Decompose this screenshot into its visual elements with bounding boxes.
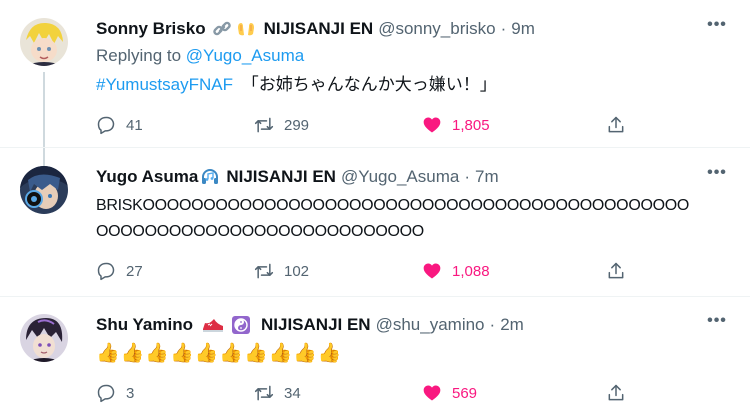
tweet[interactable]: Shu Yamino NIJISANJI EN @shu_yamino · 2m… xyxy=(0,313,750,416)
share-icon xyxy=(608,262,624,279)
tweet-body-line: BRISKOOOOOOOOOOOOOOOOOOOOOOOOOOOOOOOOOOO… xyxy=(96,197,690,214)
avatar-sonny-icon xyxy=(20,18,68,66)
display-name[interactable]: Shu Yamino xyxy=(96,314,193,336)
like-count: 1,088 xyxy=(452,262,490,280)
replying-to: Replying to @Yugo_Asuma xyxy=(96,45,304,67)
tweet-actions: 41 299 1,805 xyxy=(96,114,750,136)
like-count: 569 xyxy=(452,384,478,402)
retweet-button[interactable]: 299 xyxy=(254,114,309,136)
affiliation: NIJISANJI EN xyxy=(261,315,371,334)
avatar-shu-icon xyxy=(20,314,68,362)
tweet-actions: 3 34 569 xyxy=(96,382,750,404)
share-button[interactable] xyxy=(606,260,636,282)
retweet-icon xyxy=(254,385,274,401)
separator-dot: · xyxy=(489,315,496,334)
retweet-icon xyxy=(254,117,274,133)
avatar-yugo-icon xyxy=(20,166,68,214)
affiliation: NIJISANJI EN xyxy=(226,167,336,186)
tweet-text: #YumustsayFNAF 「お姉ちゃんなんか大っ嫌い！」 xyxy=(96,73,497,97)
replying-to-prefix: Replying to xyxy=(96,46,182,65)
divider xyxy=(0,147,750,148)
more-options-icon[interactable]: ••• xyxy=(706,165,728,188)
separator-dot: · xyxy=(464,167,470,186)
tweet-header: Yugo Asuma NIJISANJI EN @Yugo_Asuma · 7m xyxy=(96,166,499,188)
reply-count: 27 xyxy=(126,262,143,280)
affiliation: NIJISANJI EN xyxy=(263,19,374,38)
like-button[interactable]: 569 xyxy=(422,382,477,404)
like-count: 1,805 xyxy=(452,116,490,134)
headphones-emoji-icon xyxy=(200,167,220,187)
retweet-icon xyxy=(254,263,274,279)
retweet-count: 102 xyxy=(284,262,310,280)
tweet[interactable]: Yugo Asuma NIJISANJI EN @Yugo_Asuma · 7m… xyxy=(0,165,750,296)
avatar[interactable] xyxy=(20,166,68,214)
reply-button[interactable]: 3 xyxy=(96,382,134,404)
handle[interactable]: @Yugo_Asuma xyxy=(341,166,459,188)
like-button[interactable]: 1,805 xyxy=(422,114,490,136)
like-button[interactable]: 1,088 xyxy=(422,260,490,282)
reply-icon xyxy=(97,384,115,403)
reply-count: 41 xyxy=(126,116,143,134)
timestamp[interactable]: 7m xyxy=(475,166,499,188)
reply-button[interactable]: 41 xyxy=(96,114,143,136)
display-name[interactable]: Sonny Brisko xyxy=(96,18,206,40)
more-options-icon[interactable]: ••• xyxy=(706,17,728,40)
yin-yang-emoji-icon xyxy=(231,315,251,335)
tweet[interactable]: Sonny Brisko NIJISANJI EN @sonny_brisko … xyxy=(0,17,750,148)
tweet-header: Shu Yamino NIJISANJI EN @shu_yamino · 2m xyxy=(96,314,524,336)
share-button[interactable] xyxy=(606,114,636,136)
heart-filled-icon xyxy=(423,263,441,279)
sneaker-emoji-icon xyxy=(201,315,225,335)
retweet-button[interactable]: 34 xyxy=(254,382,301,404)
tweet-header: Sonny Brisko NIJISANJI EN @sonny_brisko … xyxy=(96,18,535,40)
retweet-count: 299 xyxy=(284,116,310,134)
tweet-body: 👍👍👍👍👍👍👍👍👍👍 xyxy=(96,343,343,364)
heart-filled-icon xyxy=(423,117,441,133)
timestamp[interactable]: 9m xyxy=(511,18,535,40)
avatar[interactable] xyxy=(20,18,68,66)
reply-icon xyxy=(97,116,115,135)
retweet-button[interactable]: 102 xyxy=(254,260,309,282)
heart-filled-icon xyxy=(423,385,441,401)
retweet-count: 34 xyxy=(284,384,301,402)
reply-count: 3 xyxy=(126,384,135,402)
reply-button[interactable]: 27 xyxy=(96,260,143,282)
hashtag-link[interactable]: #YumustsayFNAF xyxy=(96,75,233,94)
tweet-body: 「お姉ちゃんなんか大っ嫌い！」 xyxy=(241,75,497,94)
share-icon xyxy=(608,116,624,133)
reply-icon xyxy=(97,262,115,281)
display-name[interactable]: Yugo Asuma xyxy=(96,166,198,188)
mention-link[interactable]: @Yugo_Asuma xyxy=(186,46,304,65)
handle[interactable]: @sonny_brisko xyxy=(378,18,495,40)
share-icon xyxy=(608,384,624,401)
separator-dot: · xyxy=(500,19,507,38)
share-button[interactable] xyxy=(606,382,636,404)
tweet-text: BRISKOOOOOOOOOOOOOOOOOOOOOOOOOOOOOOOOOOO… xyxy=(96,193,689,245)
open-hands-emoji-icon xyxy=(236,19,256,39)
divider xyxy=(0,296,750,297)
link-emoji-icon xyxy=(212,19,232,39)
handle[interactable]: @shu_yamino xyxy=(376,314,485,336)
avatar[interactable] xyxy=(20,314,68,362)
timestamp[interactable]: 2m xyxy=(500,314,524,336)
more-options-icon[interactable]: ••• xyxy=(706,313,728,336)
tweet-actions: 27 102 1,088 xyxy=(96,260,750,282)
tweet-body-line: OOOOOOOOOOOOOOOOOOOOOOOOOOO xyxy=(96,223,424,240)
